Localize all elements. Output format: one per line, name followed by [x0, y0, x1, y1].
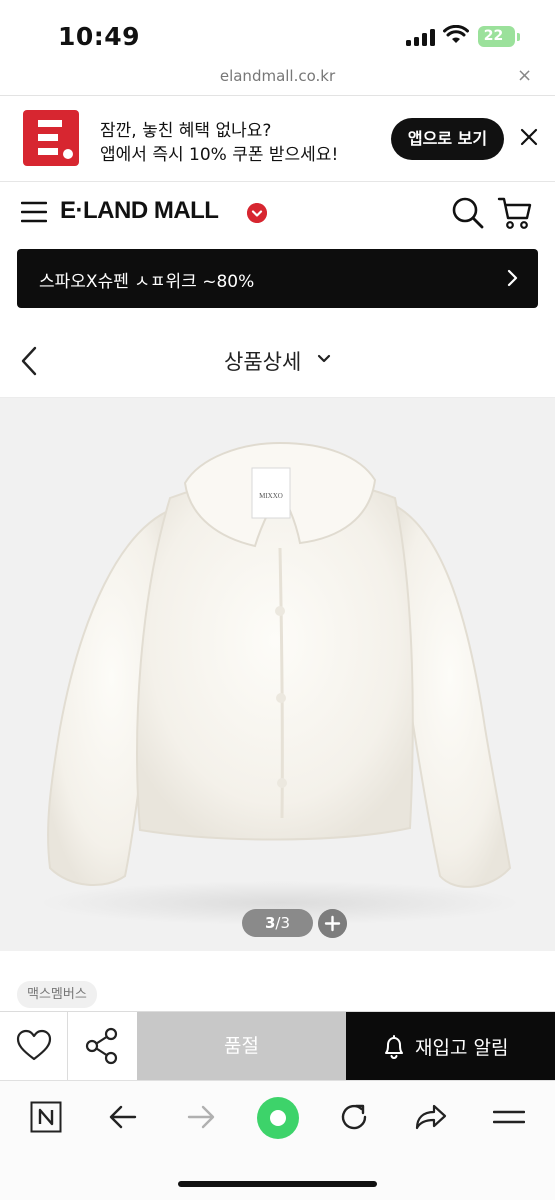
battery-level: 22 — [483, 28, 504, 44]
app-install-banner: 잠깐, 놓친 혜택 없나요? 앱에서 즉시 10% 쿠폰 받으세요! 앱으로 보… — [0, 96, 555, 182]
sold-out-button[interactable]: 품절 — [137, 1012, 346, 1080]
banner-subline: 앱에서 즉시 10% 쿠폰 받으세요! — [100, 145, 339, 165]
restock-label: 재입고 알림 — [415, 1037, 509, 1059]
back-arrow-icon[interactable] — [108, 1103, 138, 1131]
promo-banner[interactable]: 스파오X슈펜 ㅅㅍ위크 ~80% — [17, 249, 538, 308]
menu-lines-icon[interactable] — [493, 1108, 525, 1126]
battery-cap — [517, 33, 520, 41]
chevron-right-icon[interactable] — [507, 269, 519, 287]
image-counter-current: 3 — [264, 914, 276, 932]
chevron-badge-icon[interactable] — [247, 203, 267, 223]
hamburger-menu-icon[interactable] — [21, 201, 47, 223]
chevron-down-icon[interactable] — [317, 354, 331, 364]
close-icon[interactable] — [517, 125, 541, 149]
image-counter-total: /3 — [275, 914, 291, 932]
share-nodes-icon — [85, 1027, 118, 1065]
banner-headline: 잠깐, 놓친 혜택 없나요? — [100, 121, 272, 141]
home-indicator — [178, 1181, 377, 1187]
fur-jacket-illustration: MIXXO — [40, 441, 520, 925]
back-chevron-icon[interactable] — [20, 346, 38, 376]
refresh-icon[interactable] — [338, 1101, 370, 1133]
share-button[interactable] — [68, 1012, 136, 1080]
share-arrow-icon[interactable] — [414, 1103, 448, 1131]
wishlist-button[interactable] — [0, 1012, 68, 1080]
bell-icon — [385, 1035, 403, 1060]
garment-label-text: MIXXO — [259, 492, 283, 500]
green-home-icon[interactable] — [256, 1096, 300, 1140]
url-close-icon[interactable]: × — [517, 65, 532, 86]
brand-logo[interactable]: E·LAND MALL — [60, 197, 219, 225]
purchase-bar: 품절 재입고 알림 — [0, 1011, 555, 1080]
open-app-button[interactable]: 앱으로 보기 — [391, 118, 504, 160]
brand-tag[interactable]: 맥스멤버스 — [17, 981, 97, 1008]
promo-text[interactable]: 스파오X슈펜 ㅅㅍ위크 ~80% — [39, 267, 254, 292]
plus-icon[interactable] — [318, 909, 347, 938]
wifi-icon — [443, 25, 469, 43]
battery-icon: 22 — [478, 26, 515, 47]
eland-e-logo-icon — [23, 110, 79, 166]
naver-n-icon[interactable] — [30, 1101, 62, 1133]
url-text[interactable]: elandmall.co.kr — [0, 67, 555, 85]
page-title-row: 상품상세 — [0, 320, 555, 398]
status-bar: 10:49 22 — [0, 0, 555, 66]
forward-arrow-icon[interactable] — [186, 1103, 216, 1131]
cellular-signal-icon — [406, 29, 436, 46]
product-image[interactable]: MIXXO 3/3 — [0, 398, 555, 951]
heart-icon — [16, 1029, 52, 1061]
url-bar[interactable]: elandmall.co.kr × — [0, 62, 555, 96]
image-counter: 3/3 — [242, 909, 313, 937]
restock-alert-button[interactable]: 재입고 알림 — [346, 1012, 555, 1080]
search-icon[interactable] — [451, 196, 485, 230]
cart-icon[interactable] — [497, 196, 533, 230]
status-time: 10:49 — [58, 22, 141, 51]
page-title[interactable]: 상품상세 — [224, 346, 301, 376]
